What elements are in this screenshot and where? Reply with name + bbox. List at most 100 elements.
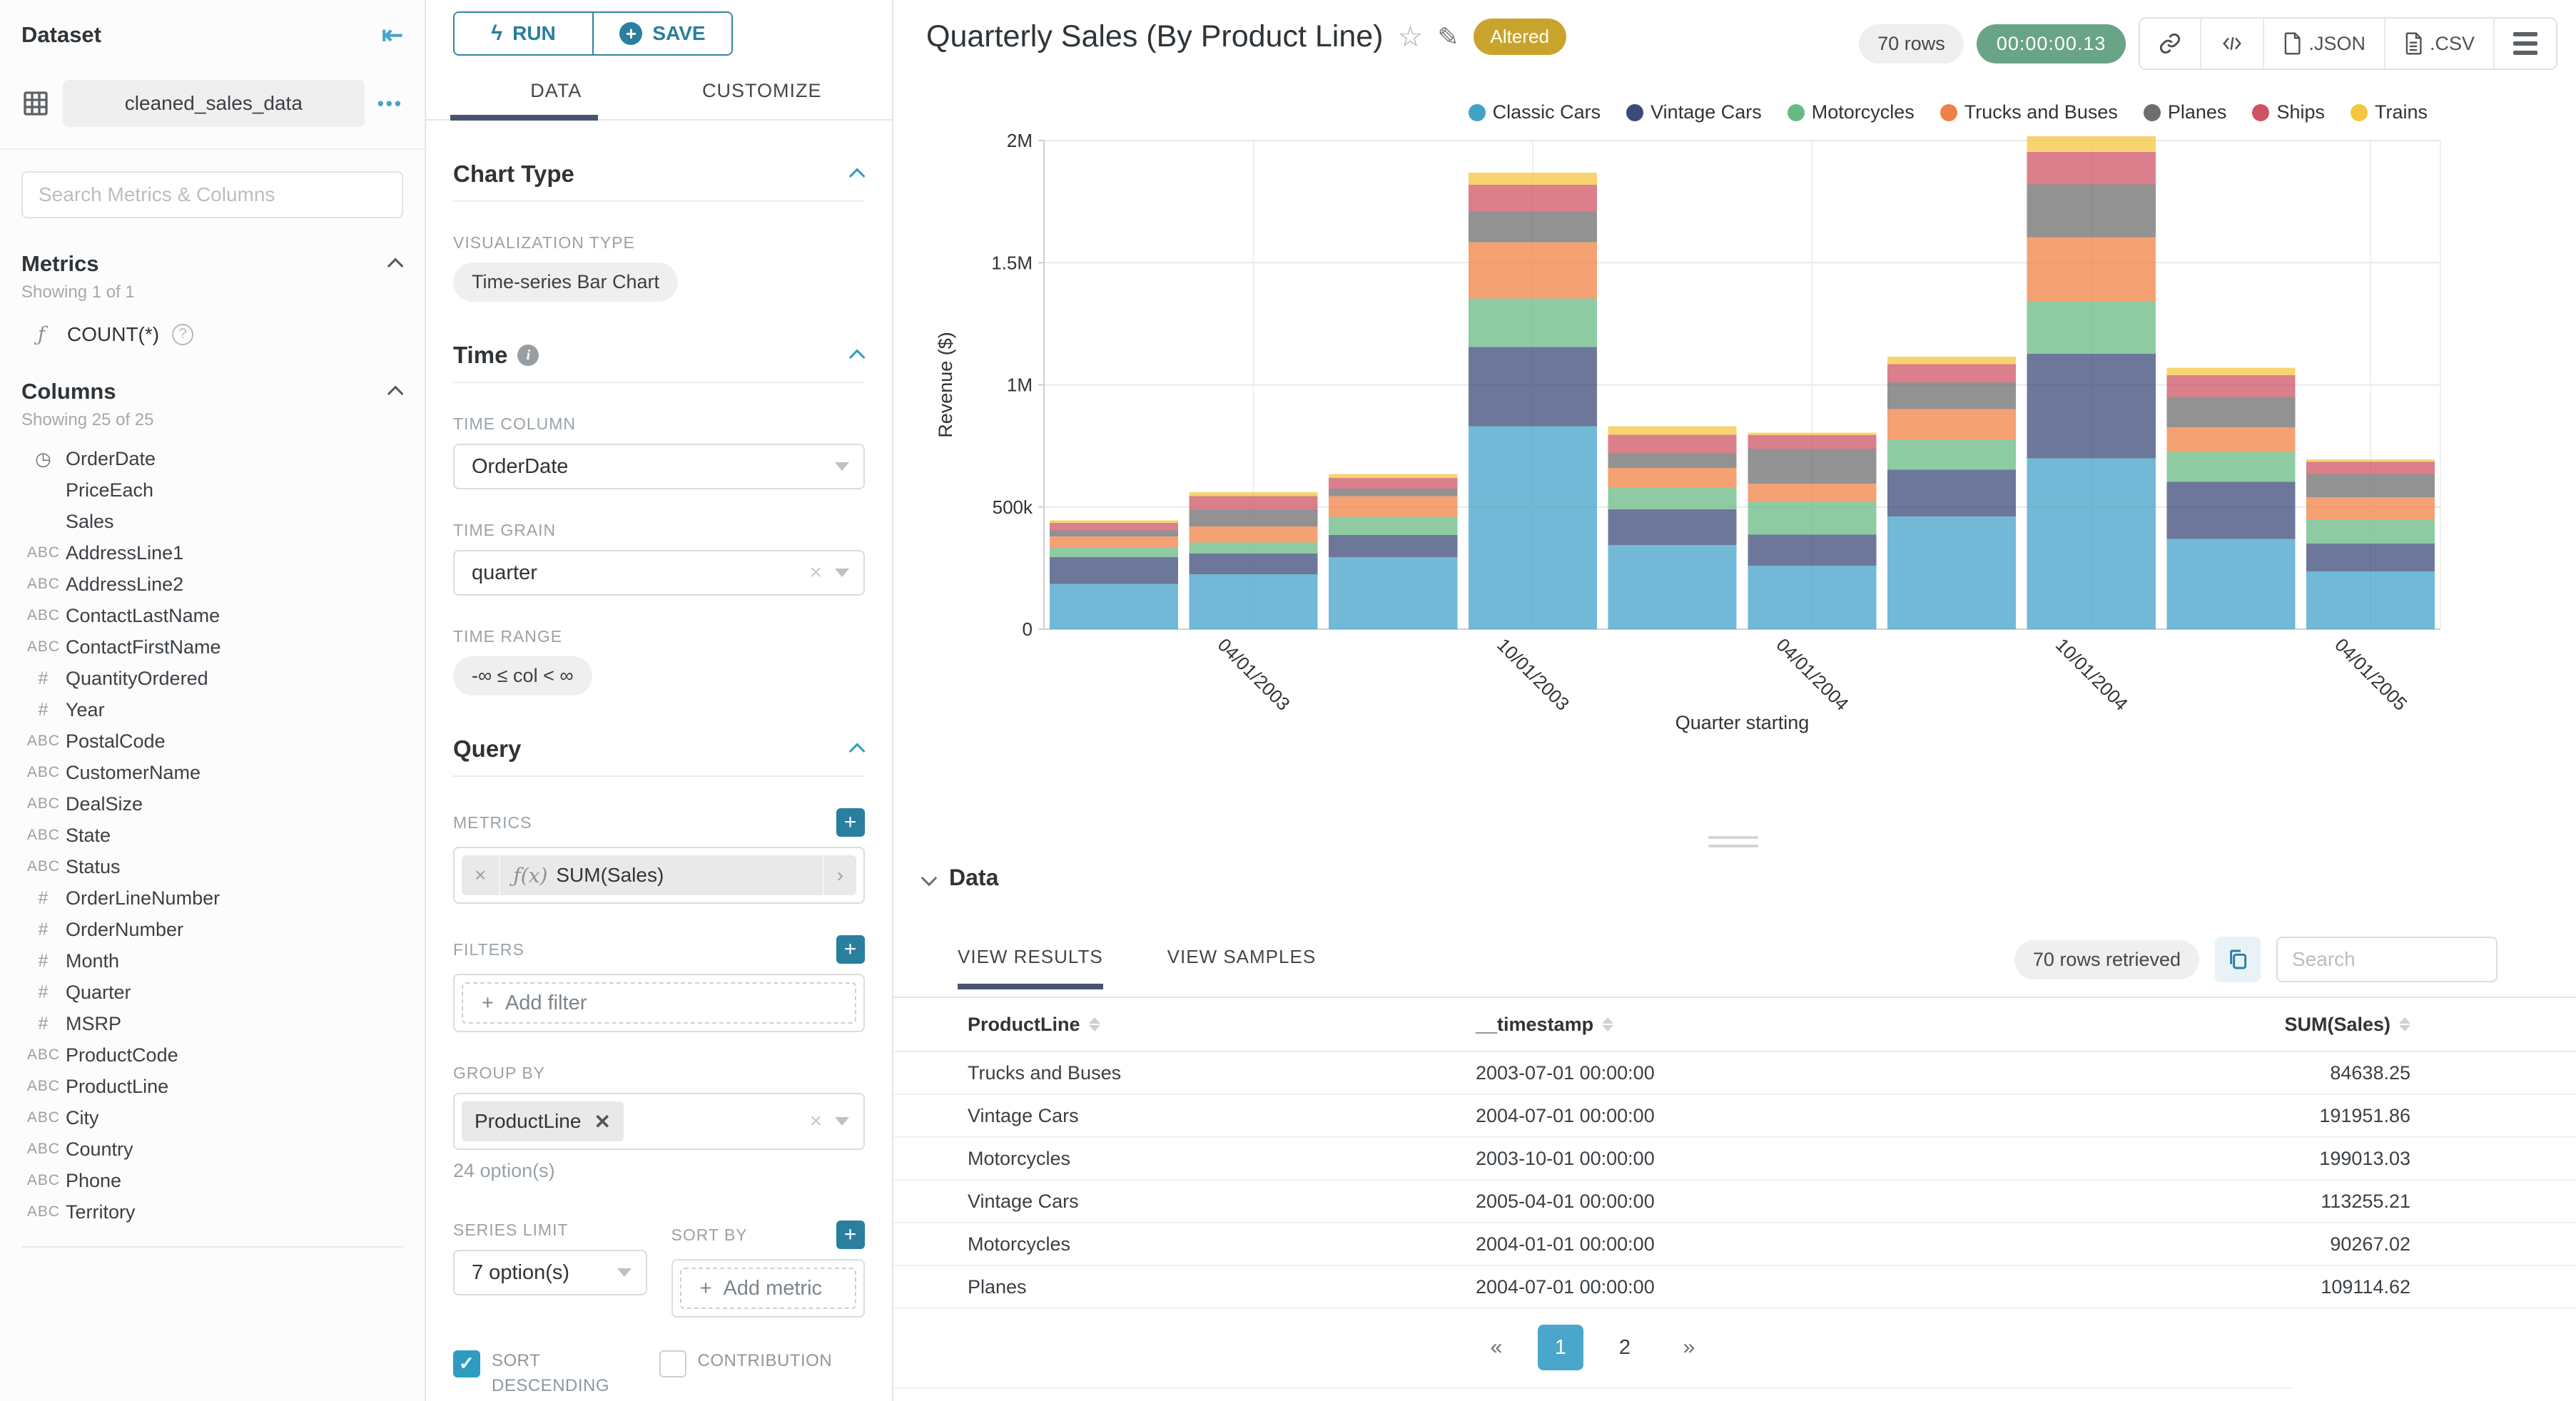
bar-segment[interactable] (2166, 397, 2296, 428)
bar-segment[interactable] (1468, 184, 1597, 212)
column-header-sum-sales-[interactable]: SUM(Sales) (2284, 1014, 2410, 1036)
series-limit-select[interactable]: 7 option(s) (453, 1250, 647, 1295)
bar-segment[interactable] (1189, 526, 1318, 543)
bar-segment[interactable] (1608, 487, 1737, 510)
search-input[interactable] (39, 183, 386, 206)
bar-segment[interactable] (1049, 547, 1178, 557)
bar-segment[interactable] (2027, 152, 2156, 185)
table-row[interactable]: Vintage Cars 2004-07-01 00:00:00 191951.86 (893, 1095, 2576, 1138)
bar-segment[interactable] (2306, 496, 2435, 519)
chevron-up-icon[interactable] (848, 743, 866, 760)
add-sort-metric-dashed[interactable]: + Add metric (679, 1268, 856, 1309)
collapse-panel-icon[interactable]: ⇤ (382, 20, 403, 50)
bar-segment[interactable] (1468, 298, 1597, 347)
bar-segment[interactable] (1189, 553, 1318, 574)
bar-segment[interactable] (2306, 519, 2435, 544)
column-list-item[interactable]: PriceEach (21, 474, 403, 506)
bar-segment[interactable] (2306, 544, 2435, 571)
column-list-item[interactable]: ABC ProductCode (21, 1039, 403, 1071)
column-list-item[interactable]: Sales (21, 506, 403, 537)
bar-segment[interactable] (1189, 574, 1318, 629)
bar-segment[interactable] (1887, 516, 2017, 629)
pagination-prev[interactable]: « (1474, 1325, 1519, 1370)
contribution-control[interactable]: CONTRIBUTION (659, 1349, 866, 1399)
chevron-up-icon[interactable] (387, 385, 404, 402)
metric-list-item[interactable]: ƒ COUNT(*) ? (21, 322, 403, 346)
bar-segment[interactable] (1468, 211, 1597, 243)
tab-customize[interactable]: CUSTOMIZE (659, 80, 866, 121)
time-column-select[interactable]: OrderDate (453, 444, 865, 489)
column-list-item[interactable]: ABC Country (21, 1133, 403, 1165)
panel-resize-handle[interactable] (1708, 836, 1758, 853)
pagination-page-1[interactable]: 1 (1538, 1325, 1583, 1370)
column-list-item[interactable]: # OrderLineNumber (21, 882, 403, 914)
bar-segment[interactable] (1748, 448, 1877, 484)
column-list-item[interactable]: # Quarter (21, 977, 403, 1008)
group-by-box[interactable]: ProductLine ✕ × (453, 1093, 865, 1150)
bar-segment[interactable] (1608, 453, 1737, 468)
viz-type-pill[interactable]: Time-series Bar Chart (453, 263, 679, 302)
bar-segment[interactable] (1049, 536, 1178, 548)
column-list-item[interactable]: ◷ OrderDate (21, 443, 403, 474)
column-list-item[interactable]: ABC CustomerName (21, 757, 403, 788)
column-list-item[interactable]: # QuantityOrdered (21, 663, 403, 694)
column-list-item[interactable]: ABC DealSize (21, 788, 403, 820)
column-list-item[interactable]: ABC ProductLine (21, 1071, 403, 1102)
column-list-item[interactable]: ABC City (21, 1102, 403, 1133)
bar-segment[interactable] (1608, 509, 1737, 545)
bar-segment[interactable] (1329, 496, 1458, 517)
bar-segment[interactable] (2027, 136, 2156, 153)
bar-segment[interactable] (2306, 459, 2435, 462)
bar-segment[interactable] (2166, 539, 2296, 629)
clear-icon[interactable]: × (809, 1109, 822, 1133)
bar-segment[interactable] (1608, 426, 1737, 435)
clear-icon[interactable]: × (809, 561, 822, 585)
pagination-page-2[interactable]: 2 (1602, 1325, 1648, 1370)
bar-segment[interactable] (1887, 439, 2017, 470)
column-list-item[interactable]: # Year (21, 694, 403, 725)
dataset-more-icon[interactable]: ••• (377, 93, 403, 115)
tab-view-results[interactable]: VIEW RESULTS (958, 946, 1103, 989)
add-filter-dashed[interactable]: + Add filter (462, 982, 856, 1024)
metrics-columns-search[interactable] (21, 171, 403, 218)
bar-segment[interactable] (1887, 357, 2017, 365)
bar-segment[interactable] (2027, 458, 2156, 629)
group-by-chip[interactable]: ProductLine ✕ (462, 1101, 624, 1141)
save-button[interactable]: + SAVE (592, 13, 731, 54)
add-metric-button[interactable]: + (836, 808, 865, 837)
chevron-up-icon[interactable] (387, 258, 404, 275)
column-header--timestamp[interactable]: __timestamp (1476, 1014, 2175, 1036)
bar-segment[interactable] (1329, 489, 1458, 496)
bar-segment[interactable] (1748, 565, 1877, 629)
bar-segment[interactable] (1468, 242, 1597, 299)
chevron-right-icon[interactable]: › (822, 855, 856, 895)
column-list-item[interactable]: ABC ContactFirstName (21, 631, 403, 663)
column-list-item[interactable]: ABC Phone (21, 1165, 403, 1196)
bar-segment[interactable] (2166, 452, 2296, 482)
bar-segment[interactable] (1608, 434, 1737, 454)
data-section-toggle[interactable]: Data (921, 865, 2576, 891)
pagination-next[interactable]: » (1666, 1325, 1712, 1370)
bar-segment[interactable] (1329, 477, 1458, 489)
stacked-bar-chart[interactable]: 0 500k 1M 1.5M 2M 04/01/2003 10/01/2003 04/01/2… (893, 0, 2576, 827)
bar-segment[interactable] (1329, 516, 1458, 536)
bar-segment[interactable] (2027, 354, 2156, 459)
tab-view-samples[interactable]: VIEW SAMPLES (1167, 946, 1317, 989)
chevron-up-icon[interactable] (848, 168, 866, 185)
bar-segment[interactable] (1049, 523, 1178, 531)
dataset-selector[interactable]: cleaned_sales_data (63, 80, 365, 127)
bar-segment[interactable] (1468, 426, 1597, 629)
column-list-item[interactable]: ABC ContactLastName (21, 600, 403, 631)
bar-segment[interactable] (2027, 237, 2156, 302)
remove-chip-icon[interactable]: ✕ (594, 1110, 610, 1133)
run-button[interactable]: ϟ RUN (455, 13, 592, 54)
bar-segment[interactable] (1748, 435, 1877, 449)
bar-segment[interactable] (2306, 474, 2435, 497)
bar-segment[interactable] (1887, 364, 2017, 383)
bar-segment[interactable] (1887, 382, 2017, 409)
bar-segment[interactable] (1189, 496, 1318, 510)
column-list-item[interactable]: ABC PostalCode (21, 725, 403, 757)
add-sort-metric-button[interactable]: + (836, 1221, 865, 1249)
bar-segment[interactable] (2306, 462, 2435, 474)
bar-segment[interactable] (2027, 184, 2156, 238)
